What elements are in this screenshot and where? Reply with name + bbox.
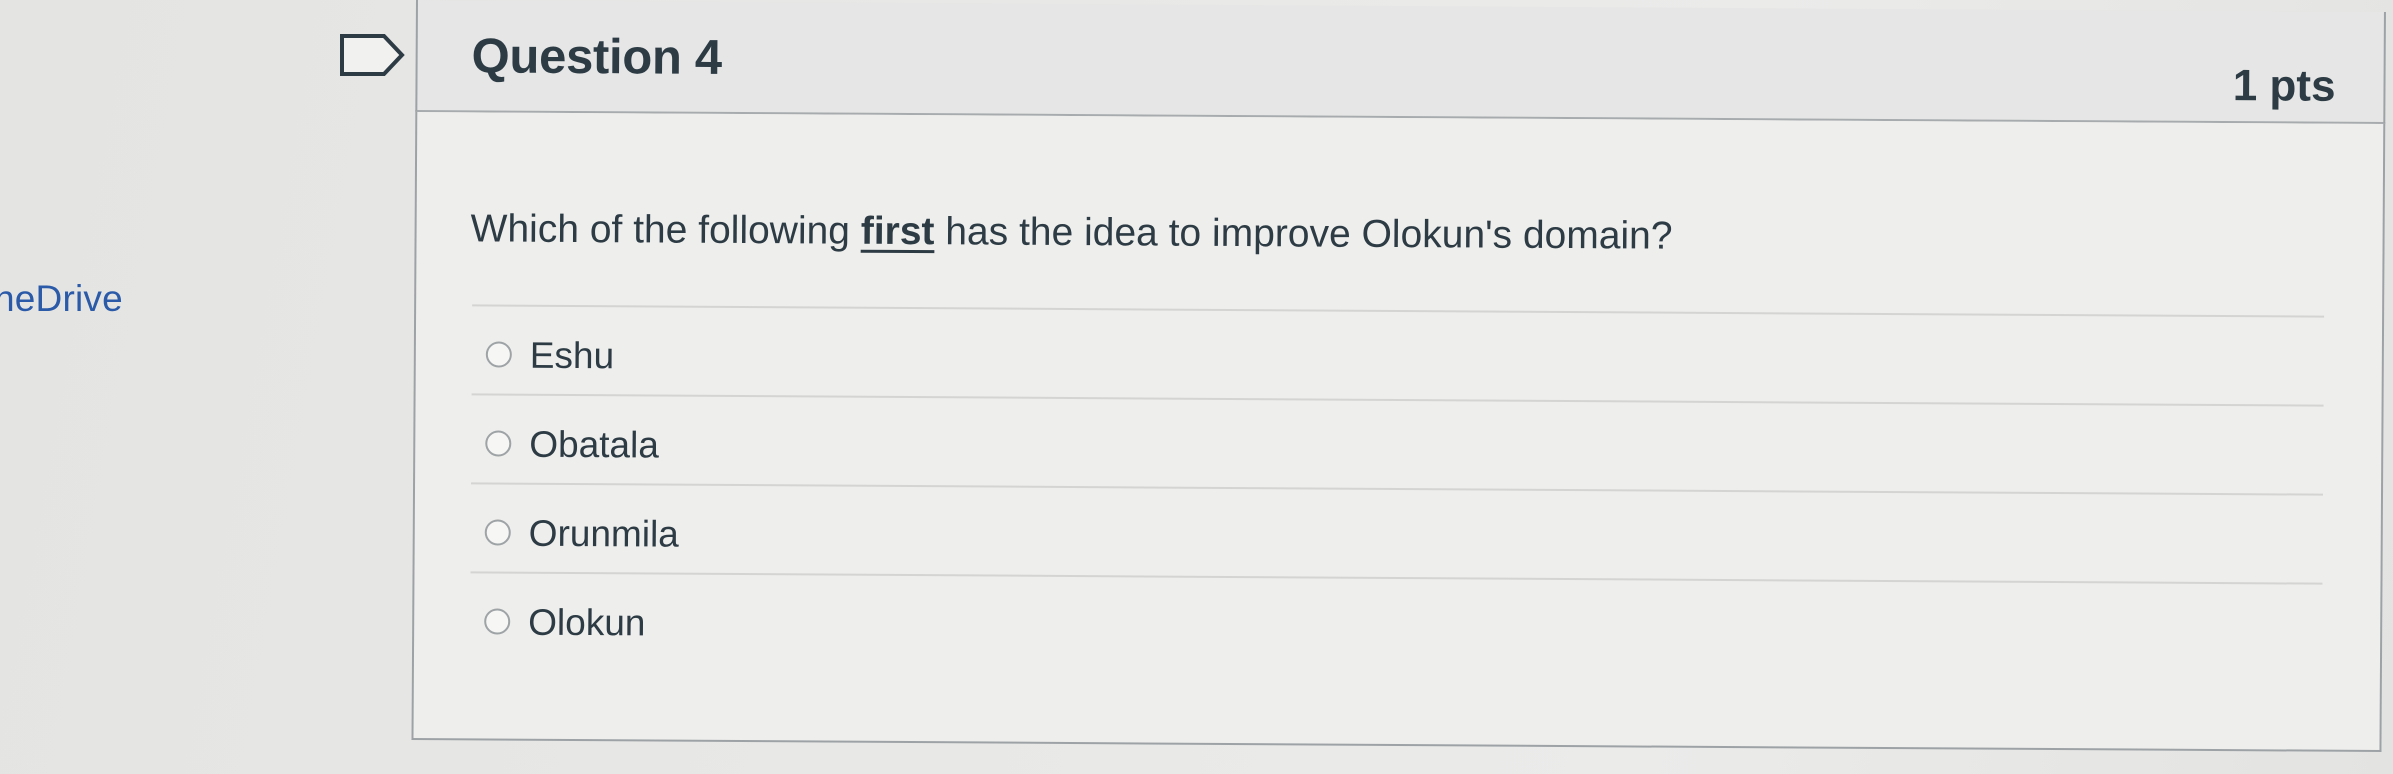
answer-option-orunmila[interactable]: Orunmila (470, 482, 2324, 583)
radio-button[interactable] (485, 341, 512, 368)
answer-label[interactable]: Obatala (529, 424, 659, 467)
question-text-before: Which of the following (470, 207, 861, 253)
answer-label[interactable]: Orunmila (529, 513, 679, 556)
answer-option-eshu[interactable]: Eshu (471, 304, 2325, 405)
flag-question-icon[interactable] (338, 32, 408, 78)
question-text-emphasis: first (860, 209, 935, 254)
question-points: 1 pts (2232, 61, 2336, 111)
answer-label[interactable]: Olokun (528, 602, 645, 645)
question-text-after: has the idea to improve Olokun's domain? (934, 210, 1673, 258)
radio-button[interactable] (484, 608, 511, 635)
answer-option-olokun[interactable]: Olokun (469, 571, 2323, 672)
radio-button[interactable] (484, 519, 511, 546)
question-text: Which of the following first has the ide… (470, 207, 1672, 258)
answer-label[interactable]: Eshu (530, 335, 615, 378)
answer-list: Eshu Obatala Orunmila Olokun (469, 304, 2325, 672)
question-body: Which of the following first has the ide… (411, 111, 2386, 753)
answer-option-obatala[interactable]: Obatala (471, 393, 2324, 494)
question-card: Question 4 1 pts Which of the following … (411, 0, 2392, 757)
radio-button[interactable] (485, 430, 512, 457)
question-header: Question 4 1 pts (415, 0, 2386, 125)
onedrive-link[interactable]: neDrive (0, 278, 123, 320)
question-title: Question 4 (471, 29, 723, 85)
